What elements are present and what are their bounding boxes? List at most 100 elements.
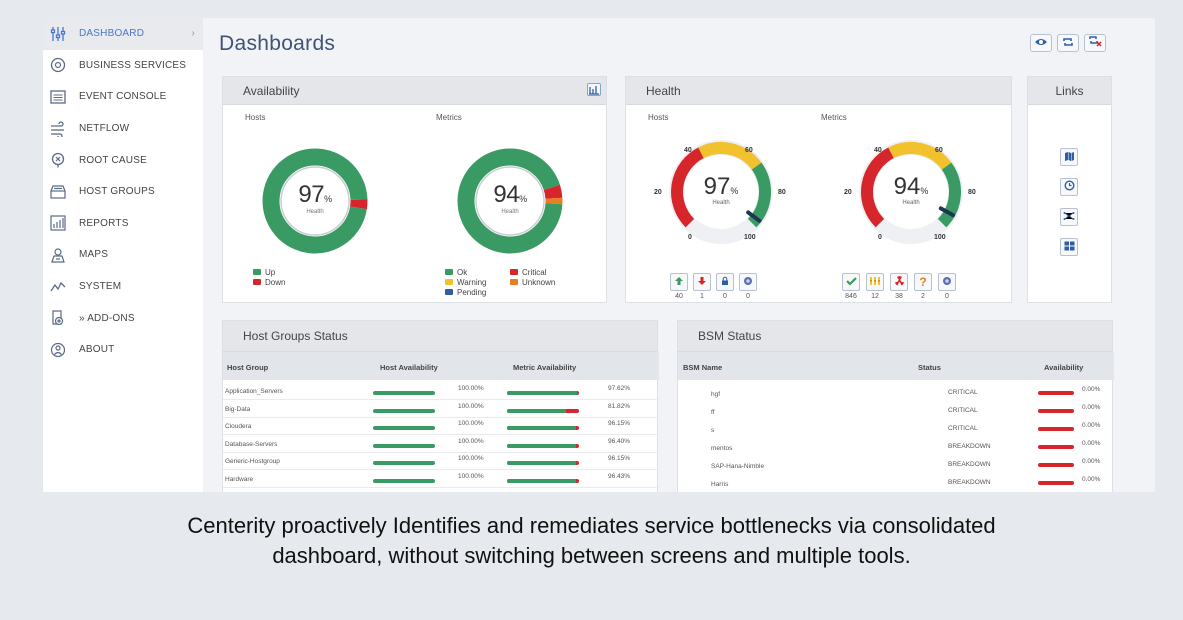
- metric-availability-fill: [507, 426, 577, 430]
- table-row[interactable]: Big-Data 100.00% 81.82%: [223, 401, 659, 418]
- about-icon: [49, 341, 67, 359]
- sidebar-item-host-groups[interactable]: HOST GROUPS: [43, 176, 203, 208]
- sidebar-item-business-services[interactable]: BUSINESS SERVICES: [43, 50, 203, 82]
- sidebar-item-root-cause[interactable]: ROOT CAUSE: [43, 144, 203, 176]
- metric-availability-fill: [507, 478, 577, 483]
- pending-icon: [743, 273, 753, 291]
- metrics-health-value: 94: [893, 173, 921, 200]
- warning-icon: [869, 273, 881, 291]
- table-row[interactable]: Harris BREAKDOWN 0.00%: [678, 473, 1114, 491]
- metrics-health-value: 94: [493, 181, 520, 208]
- percent-unit: %: [730, 186, 739, 196]
- table-row[interactable]: mentos BREAKDOWN 0.00%: [678, 437, 1114, 455]
- gauge-tick-60: 60: [935, 147, 943, 154]
- metrics-warning-button[interactable]: [866, 273, 884, 291]
- metric-availability-bar: [507, 391, 579, 395]
- table-row[interactable]: SAP-Hana-Nimble BREAKDOWN 0.00%: [678, 455, 1114, 473]
- gauge-tick-40: 40: [684, 147, 692, 154]
- legend-item: Pending: [445, 288, 487, 298]
- refresh-button[interactable]: [1057, 34, 1079, 52]
- eye-icon: [1034, 34, 1048, 52]
- sidebar-item-maps[interactable]: MAPS: [43, 239, 203, 271]
- panel-header: Links: [1028, 77, 1111, 105]
- host-availability-bar: [373, 461, 435, 465]
- hosts-up-count: 40: [675, 293, 683, 300]
- caption-line-2: dashboard, without switching between scr…: [272, 543, 911, 568]
- table-row[interactable]: Cloudera 100.00% 96.15%: [223, 418, 659, 435]
- check-icon: [845, 273, 857, 291]
- metric-availability-bar: [507, 443, 579, 448]
- bsm-availability-pct: 0.00%: [1082, 386, 1101, 393]
- sidebar-item-about[interactable]: ABOUT: [43, 334, 203, 366]
- sidebar-item-event-console[interactable]: EVENT CONSOLE: [43, 81, 203, 113]
- sidebar-item-reports[interactable]: REPORTS: [43, 208, 203, 240]
- sidebar-item-label: DASHBOARD: [79, 28, 145, 40]
- sidebar-item-add-ons[interactable]: » ADD-ONS: [43, 302, 203, 334]
- bsm-availability-pct: 0.00%: [1082, 458, 1101, 465]
- table-row[interactable]: hgf CRITICAL 0.00%: [678, 383, 1114, 401]
- host-groups-status-panel: Host Groups Status Host Group Host Avail…: [222, 320, 659, 492]
- system-icon: [49, 278, 67, 296]
- table-row[interactable]: s CRITICAL 0.00%: [678, 419, 1114, 437]
- metrics-legend: Ok Warning Pending: [445, 268, 487, 298]
- metrics-ok-button[interactable]: [842, 273, 860, 291]
- host-availability-pct: 100.00%: [458, 385, 484, 392]
- legend-label: Down: [265, 278, 286, 287]
- legend-item: Critical: [510, 268, 555, 278]
- hosts-down-button[interactable]: [693, 273, 711, 291]
- critical-icon: [894, 273, 905, 291]
- table-row[interactable]: Database-Servers 100.00% 96.40%: [223, 436, 659, 453]
- metrics-pending-button[interactable]: [938, 273, 956, 291]
- legend-swatch: [445, 269, 453, 275]
- grid-link-button[interactable]: [1060, 238, 1078, 256]
- table-row[interactable]: Application_Servers 100.00% 97.62%: [223, 383, 659, 400]
- gauge-tick-60: 60: [745, 147, 753, 154]
- host-availability-pct: 100.00%: [458, 455, 484, 462]
- sidebar-item-netflow[interactable]: NETFLOW: [43, 113, 203, 145]
- hosts-unreachable-button[interactable]: [716, 273, 734, 291]
- bsm-status: CRITICAL: [948, 389, 978, 396]
- clock-link-button[interactable]: [1060, 178, 1078, 196]
- sidebar-item-label: EVENT CONSOLE: [79, 91, 167, 103]
- gauge-tick-0: 0: [688, 234, 692, 241]
- sidebar-item-system[interactable]: SYSTEM: [43, 271, 203, 303]
- view-toggle-button[interactable]: [1030, 34, 1052, 52]
- metrics-unknown-button[interactable]: ?: [914, 273, 932, 291]
- legend-label: Warning: [457, 278, 487, 287]
- host-group-name: Application_Servers: [225, 388, 283, 395]
- sidebar-item-dashboard[interactable]: DASHBOARD ›: [43, 18, 203, 50]
- metrics-sublabel: Metrics: [821, 113, 847, 122]
- hosts-down-count: 1: [700, 293, 704, 300]
- gauge-tick-20: 20: [844, 189, 852, 196]
- percent-unit: %: [920, 186, 929, 196]
- metrics-critical-button[interactable]: [890, 273, 908, 291]
- maps-icon: [49, 246, 67, 264]
- metric-availability-bar: [507, 461, 579, 465]
- hosts-gauge-labels: 40 60 20 80 0 100 97% Health: [654, 137, 786, 247]
- legend-swatch: [253, 269, 261, 275]
- health-panel: Health Hosts Metrics 40 60 20 80 0 100 9…: [625, 76, 1012, 303]
- hosts-up-button[interactable]: [670, 273, 688, 291]
- sidebar-item-label: REPORTS: [79, 217, 129, 229]
- reset-button[interactable]: [1084, 34, 1106, 52]
- chart-toggle-button[interactable]: [587, 83, 601, 96]
- metrics-ok-count: 846: [845, 293, 857, 300]
- col-host-group: Host Group: [227, 363, 269, 372]
- percent-unit: %: [324, 194, 332, 204]
- bsm-status-panel: BSM Status BSM Name Status Availability …: [677, 320, 1114, 492]
- table-row[interactable]: ff CRITICAL 0.00%: [678, 401, 1114, 419]
- add-ons-icon: [49, 309, 67, 327]
- network-link-button[interactable]: [1060, 208, 1078, 226]
- maps-link-button[interactable]: [1060, 148, 1078, 166]
- bsm-availability-bar: [1038, 481, 1074, 485]
- hosts-pending-button[interactable]: [739, 273, 757, 291]
- hosts-health-value: 97: [703, 173, 731, 200]
- legend-swatch: [510, 279, 518, 285]
- metric-availability-pct: 96.15%: [608, 420, 631, 427]
- table-row[interactable]: Hardware 100.00% 96.43%: [223, 471, 659, 488]
- table-row[interactable]: Generic-Hostgroup 100.00% 96.15%: [223, 453, 659, 470]
- col-metric-availability: Metric Availability: [513, 363, 577, 372]
- bsm-name: SAP-Hana-Nimble: [711, 463, 765, 470]
- metrics-pending-count: 0: [945, 293, 949, 300]
- metrics-legend-col2: Critical Unknown: [510, 268, 555, 288]
